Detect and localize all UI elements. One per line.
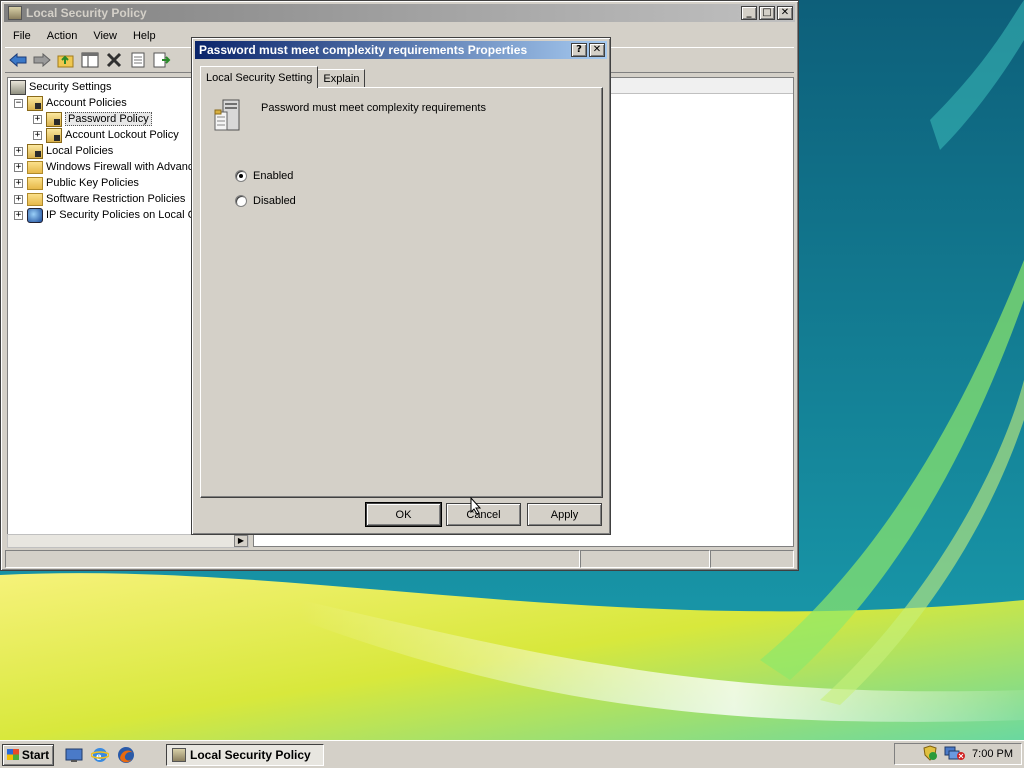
show-desktop-icon[interactable] — [64, 745, 84, 765]
expand-icon[interactable]: + — [14, 178, 23, 188]
expand-icon[interactable]: + — [14, 194, 23, 204]
enabled-radio[interactable] — [235, 170, 247, 182]
task-label: Local Security Policy — [190, 747, 311, 762]
help-button[interactable]: ? — [571, 43, 587, 57]
security-policy-app-icon — [8, 6, 22, 20]
security-settings-icon — [10, 79, 26, 95]
tree-label: Account Lockout Policy — [65, 129, 179, 141]
start-button[interactable]: Start — [2, 743, 54, 766]
dialog-title: Password must meet complexity requiremen… — [199, 43, 528, 57]
ok-button[interactable]: OK — [365, 502, 442, 527]
windows-flag-icon — [6, 749, 19, 760]
policy-header: Password must meet complexity requiremen… — [213, 98, 486, 132]
tab-local-security-setting[interactable]: Local Security Setting — [200, 66, 319, 88]
policy-folder-icon — [46, 111, 62, 127]
minimize-button[interactable]: _ — [741, 6, 757, 20]
disabled-option[interactable]: Disabled — [235, 195, 296, 207]
policy-folder-icon — [27, 95, 43, 111]
forward-arrow-icon[interactable] — [32, 50, 52, 70]
mouse-cursor-icon — [470, 496, 482, 518]
tab-explain[interactable]: Explain — [317, 69, 366, 88]
tree-item-public-key-policies[interactable]: + Public Key Policies — [14, 175, 139, 191]
status-section-main — [5, 550, 580, 568]
expand-icon[interactable]: + — [14, 210, 23, 220]
tab-panel-local-security-setting: Password must meet complexity requiremen… — [200, 87, 603, 498]
tree-horizontal-scrollbar[interactable]: ▶ — [7, 534, 249, 548]
up-folder-icon[interactable] — [56, 50, 76, 70]
properties-dialog: Password must meet complexity requiremen… — [191, 37, 611, 535]
menu-view[interactable]: View — [85, 30, 125, 42]
clock[interactable]: 7:00 PM — [972, 748, 1013, 760]
internet-explorer-icon[interactable]: e — [90, 745, 110, 765]
policy-folder-icon — [46, 127, 62, 143]
enabled-label[interactable]: Enabled — [253, 170, 293, 182]
dialog-titlebar[interactable]: Password must meet complexity requiremen… — [195, 41, 607, 59]
tree-item-security-settings[interactable]: Security Settings — [10, 79, 112, 95]
policy-name: Password must meet complexity requiremen… — [261, 102, 486, 114]
cancel-button[interactable]: Cancel — [446, 503, 521, 526]
status-section-3 — [710, 550, 794, 568]
dialog-close-button[interactable]: ✕ — [589, 43, 605, 57]
security-policy-app-icon — [172, 747, 186, 762]
radio-selected-dot — [239, 174, 243, 178]
tree-label: Windows Firewall with Advanc — [46, 161, 194, 173]
enabled-option[interactable]: Enabled — [235, 170, 293, 182]
menu-file[interactable]: File — [5, 30, 39, 42]
collapse-icon[interactable]: − — [14, 98, 23, 108]
tree-label: Local Policies — [46, 145, 114, 157]
menu-bar: File Action View Help — [5, 26, 164, 46]
menu-action[interactable]: Action — [39, 30, 86, 42]
main-window-titlebar[interactable]: Local Security Policy _ □ ✕ — [4, 4, 795, 22]
properties-icon[interactable] — [128, 50, 148, 70]
disabled-radio[interactable] — [235, 195, 247, 207]
tree-item-account-lockout-policy[interactable]: + Account Lockout Policy — [33, 127, 179, 143]
export-list-icon[interactable] — [152, 50, 172, 70]
maximize-button[interactable]: □ — [759, 6, 775, 20]
expand-icon[interactable]: + — [14, 146, 23, 156]
firefox-icon[interactable] — [116, 745, 136, 765]
expand-icon[interactable]: + — [33, 130, 42, 140]
taskbar: Start e Local Security Policy 7:00 PM — [0, 740, 1024, 768]
scroll-right-arrow-icon[interactable]: ▶ — [234, 535, 248, 547]
disabled-label[interactable]: Disabled — [253, 195, 296, 207]
policy-folder-icon — [27, 143, 43, 159]
svg-text:e: e — [96, 749, 102, 763]
tree-label: Security Settings — [29, 81, 112, 93]
system-tray: 7:00 PM — [894, 743, 1022, 765]
start-label: Start — [21, 747, 50, 762]
back-arrow-icon[interactable] — [8, 50, 28, 70]
tree-item-windows-firewall[interactable]: + Windows Firewall with Advanc — [14, 159, 193, 175]
close-button[interactable]: ✕ — [777, 6, 793, 20]
tree-item-local-policies[interactable]: + Local Policies — [14, 143, 113, 159]
network-disconnected-icon[interactable] — [944, 745, 966, 764]
expand-icon[interactable]: + — [14, 162, 23, 172]
expand-icon[interactable]: + — [33, 114, 42, 124]
apply-button[interactable]: Apply — [527, 503, 602, 526]
ip-security-icon — [27, 207, 43, 223]
tree-label: Software Restriction Policies — [46, 193, 186, 205]
tree-label: Password Policy — [65, 112, 152, 126]
menu-help[interactable]: Help — [125, 30, 164, 42]
status-bar — [5, 550, 794, 568]
folder-icon — [27, 160, 43, 174]
folder-icon — [27, 176, 43, 190]
tree-item-password-policy[interactable]: + Password Policy — [33, 111, 152, 127]
show-hide-tree-icon[interactable] — [80, 50, 100, 70]
delete-icon[interactable] — [104, 50, 124, 70]
tree-label: Account Policies — [46, 97, 127, 109]
status-section-2 — [580, 550, 710, 568]
tree-item-software-restriction-policies[interactable]: + Software Restriction Policies — [14, 191, 185, 207]
server-icon — [213, 98, 245, 132]
main-window-title: Local Security Policy — [26, 6, 147, 20]
tree-label: Public Key Policies — [46, 177, 139, 189]
taskbar-item-local-security-policy[interactable]: Local Security Policy — [166, 743, 324, 766]
folder-icon — [27, 192, 43, 206]
tree-item-account-policies[interactable]: − Account Policies — [14, 95, 127, 111]
tree-item-ip-security-policies[interactable]: + IP Security Policies on Local C — [14, 207, 196, 223]
dialog-tabs: Local Security Setting Explain — [200, 66, 366, 88]
security-shield-icon[interactable] — [922, 744, 938, 764]
tree-label: IP Security Policies on Local C — [46, 209, 196, 221]
